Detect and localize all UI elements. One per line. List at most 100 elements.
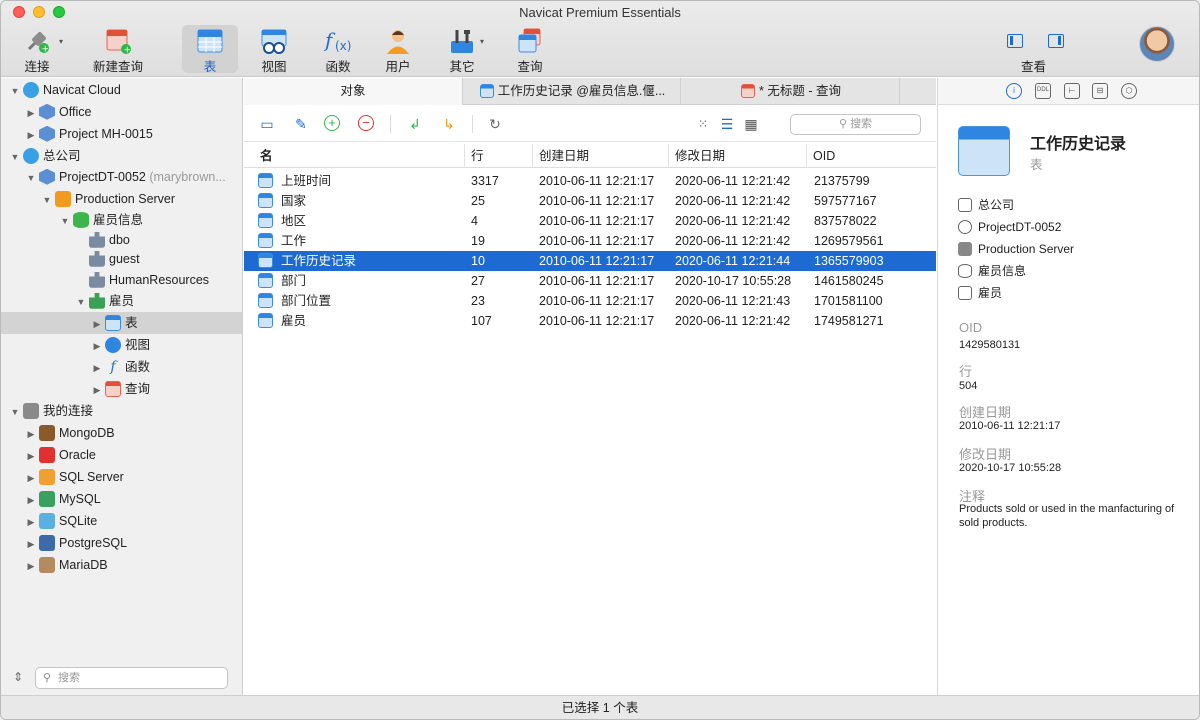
column-header-name[interactable]: 名 [254, 144, 465, 168]
tree-item-project-mh[interactable]: ▶ Project MH-0015 [25, 123, 153, 145]
panel-right-icon[interactable] [1048, 34, 1064, 48]
chevron-right-icon[interactable]: ▶ [91, 357, 103, 379]
tab-untitled-query[interactable]: * 无标题 - 查询 [681, 78, 900, 105]
column-header-modified[interactable]: 修改日期 [669, 144, 807, 168]
ddl-icon[interactable]: DDL [1035, 83, 1051, 99]
connect-button[interactable]: + ▾ 连接 [9, 25, 65, 74]
chevron-right-icon[interactable]: ▶ [25, 533, 37, 555]
chevron-down-icon[interactable]: ▼ [9, 401, 21, 423]
export-icon[interactable]: ↳ [440, 115, 458, 133]
tree-item-functions[interactable]: ▶ f 函数 [91, 356, 150, 378]
plus-circle-icon[interactable]: + [324, 115, 340, 131]
table-row[interactable]: 上班时间 3317 2010-06-11 12:21:17 2020-06-11 12… [244, 171, 936, 191]
dependency-icon[interactable]: ⊢ [1064, 83, 1080, 99]
chevron-right-icon[interactable]: ▶ [25, 489, 37, 511]
sort-toggle-icon[interactable]: ⇕ [13, 670, 23, 684]
tree-item-mysql[interactable]: ▶ MySQL [25, 488, 101, 510]
new-query-button[interactable]: + 新建查询 [89, 25, 147, 74]
tree-item-mongodb[interactable]: ▶ MongoDB [25, 422, 115, 444]
tree-item-oracle[interactable]: ▶ Oracle [25, 444, 96, 466]
tree-label: Project MH-0015 [59, 127, 153, 141]
table-row[interactable]: 部门位置 23 2010-06-11 12:21:17 2020-06-11 12:2… [244, 291, 936, 311]
grid-view-icon[interactable]: ⁙ [694, 115, 712, 133]
other-toolbar-button[interactable]: ▾ 其它 [434, 25, 490, 74]
chevron-down-icon[interactable]: ▼ [9, 146, 21, 168]
tree-item-human-resources[interactable]: HumanResources [87, 269, 209, 291]
table-toolbar-button[interactable]: 表 [182, 25, 238, 74]
open-folder-icon[interactable]: ▭ [258, 115, 276, 133]
hierarchy-label: 雇员 [978, 286, 1003, 300]
hex-icon[interactable]: ⬡ [1121, 83, 1137, 99]
project-icon [958, 219, 972, 234]
tree-item-navicat-cloud[interactable]: ▼ Navicat Cloud [9, 79, 121, 101]
tree-item-tables[interactable]: ▶ 表 [1, 312, 242, 334]
query-toolbar-button[interactable]: 查询 [502, 25, 558, 74]
tree-item-postgresql[interactable]: ▶ PostgreSQL [25, 532, 127, 554]
detail-view-icon[interactable]: ▦ [742, 115, 760, 133]
hierarchy-server: Production Server [958, 238, 1074, 260]
chevron-right-icon[interactable]: ▶ [91, 313, 103, 335]
chevron-right-icon[interactable]: ▶ [91, 379, 103, 401]
column-header-created[interactable]: 创建日期 [533, 144, 669, 168]
inspector-panel: i DDL ⊢ ⊟ ⬡ 工作历史记录 表 总公司 ProjectDT-0052 … [937, 78, 1199, 695]
cell-oid: 1701581100 [814, 294, 883, 308]
chevron-down-icon[interactable]: ▼ [75, 291, 87, 313]
view-toolbar-button[interactable]: 视图 [246, 25, 302, 74]
function-toolbar-button[interactable]: f (x) 函数 [310, 25, 366, 74]
object-search-input[interactable]: ⚲ 搜索 [790, 114, 921, 135]
tree-item-sqlite[interactable]: ▶ SQLite [25, 510, 97, 532]
table-row[interactable]: 地区 4 2010-06-11 12:21:17 2020-06-11 12:21:4… [244, 211, 936, 231]
tab-work-history[interactable]: 工作历史记录 @雇员信息.偃... [463, 78, 681, 105]
table-icon [196, 27, 224, 55]
oid-label: OID [959, 320, 983, 335]
chevron-right-icon[interactable]: ▶ [91, 335, 103, 357]
import-icon[interactable]: ↲ [406, 115, 424, 133]
column-header-oid[interactable]: OID [807, 144, 936, 168]
chevron-down-icon[interactable]: ▼ [41, 189, 53, 211]
chevron-down-icon[interactable]: ▼ [59, 210, 71, 232]
erd-icon[interactable]: ⊟ [1092, 83, 1108, 99]
chevron-down-icon[interactable]: ▼ [9, 80, 21, 102]
table-row[interactable]: 部门 27 2010-06-11 12:21:17 2020-10-17 10:55:… [244, 271, 936, 291]
tree-item-employee-info[interactable]: ▼ 雇员信息 [59, 209, 143, 231]
tree-item-sqlserver[interactable]: ▶ SQL Server [25, 466, 124, 488]
cell-rows: 107 [471, 314, 492, 328]
chevron-right-icon[interactable]: ▶ [25, 102, 37, 124]
cell-created: 2010-06-11 12:21:17 [539, 254, 655, 268]
cloud-icon [23, 147, 39, 164]
tree-item-mariadb[interactable]: ▶ MariaDB [25, 554, 108, 576]
minus-circle-icon[interactable]: − [358, 115, 374, 131]
table-row[interactable]: 国家 25 2010-06-11 12:21:17 2020-06-11 12:21:… [244, 191, 936, 211]
table-row[interactable]: 工作历史记录 10 2010-06-11 12:21:17 2020-06-11 12… [244, 251, 936, 271]
tree-item-production-server[interactable]: ▼ Production Server [41, 188, 175, 210]
chevron-right-icon[interactable]: ▶ [25, 423, 37, 445]
tree-item-views[interactable]: ▶ 视图 [91, 334, 150, 356]
chevron-right-icon[interactable]: ▶ [25, 445, 37, 467]
chevron-right-icon[interactable]: ▶ [25, 555, 37, 577]
chevron-right-icon[interactable]: ▶ [25, 467, 37, 489]
table-row[interactable]: 雇员 107 2010-06-11 12:21:17 2020-06-11 12:21… [244, 311, 936, 331]
tree-item-queries[interactable]: ▶ 查询 [91, 378, 150, 400]
postgresql-icon [39, 534, 55, 551]
user-toolbar-button[interactable]: 用户 [370, 25, 426, 74]
info-icon[interactable]: i [1006, 83, 1022, 99]
sidebar-search-input[interactable]: ⚲ 搜索 [35, 667, 228, 689]
avatar[interactable] [1139, 26, 1175, 62]
refresh-icon[interactable]: ↻ [486, 115, 504, 133]
list-view-icon[interactable]: ☰ [718, 115, 736, 133]
tree-item-office[interactable]: ▶ Office [25, 101, 91, 123]
chevron-right-icon[interactable]: ▶ [25, 511, 37, 533]
chevron-right-icon[interactable]: ▶ [25, 124, 37, 146]
tree-item-employee[interactable]: ▼ 雇员 [75, 290, 134, 312]
panel-left-icon[interactable] [1007, 34, 1023, 48]
function-icon: f (x) [323, 27, 352, 55]
tree-item-guest[interactable]: guest [87, 248, 140, 270]
tree-item-project-dt[interactable]: ▼ ProjectDT-0052 (marybrown... [25, 166, 226, 188]
tab-objects[interactable]: 对象 [244, 78, 463, 105]
column-header-rows[interactable]: 行 [465, 144, 533, 168]
tree-item-my-connections[interactable]: ▼ 我的连接 [9, 400, 93, 422]
chevron-down-icon[interactable]: ▼ [25, 167, 37, 189]
table-row[interactable]: 工作 19 2010-06-11 12:21:17 2020-06-11 12:21:… [244, 231, 936, 251]
pencil-icon[interactable]: ✎ [292, 115, 310, 133]
tree-item-head-office[interactable]: ▼ 总公司 [9, 145, 81, 167]
